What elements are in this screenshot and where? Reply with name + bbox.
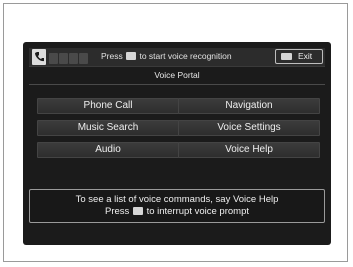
help-line-2-after: to interrupt voice prompt — [146, 206, 249, 217]
music-search-button[interactable]: Music Search — [37, 120, 179, 136]
back-icon — [281, 53, 292, 60]
help-line-2-before: Press — [104, 206, 130, 217]
voice-prompt-text: Press to start voice recognition — [101, 51, 232, 61]
talk-icon — [132, 207, 143, 215]
page-title: Voice Portal — [154, 70, 200, 80]
signal-bars-icon — [49, 51, 95, 64]
prompt-before: Press — [101, 51, 123, 61]
talk-icon — [126, 52, 137, 60]
help-message-box: To see a list of voice commands, say Voi… — [29, 189, 325, 223]
voice-help-button[interactable]: Voice Help — [178, 142, 320, 158]
help-line-2: Press to interrupt voice prompt — [30, 206, 324, 218]
exit-label: Exit — [298, 51, 313, 61]
help-line-1: To see a list of voice commands, say Voi… — [75, 194, 279, 205]
phone-call-button[interactable]: Phone Call — [37, 98, 179, 114]
status-bar: Press to start voice recognition Exit — [29, 48, 325, 67]
title-divider — [29, 84, 325, 85]
phone-icon — [32, 49, 46, 65]
prompt-after: to start voice recognition — [139, 51, 232, 61]
audio-button[interactable]: Audio — [37, 142, 179, 158]
voice-portal-screen: Press to start voice recognition Exit Vo… — [23, 42, 331, 245]
navigation-button[interactable]: Navigation — [178, 98, 320, 114]
voice-settings-button[interactable]: Voice Settings — [178, 120, 320, 136]
exit-button[interactable]: Exit — [275, 49, 323, 64]
